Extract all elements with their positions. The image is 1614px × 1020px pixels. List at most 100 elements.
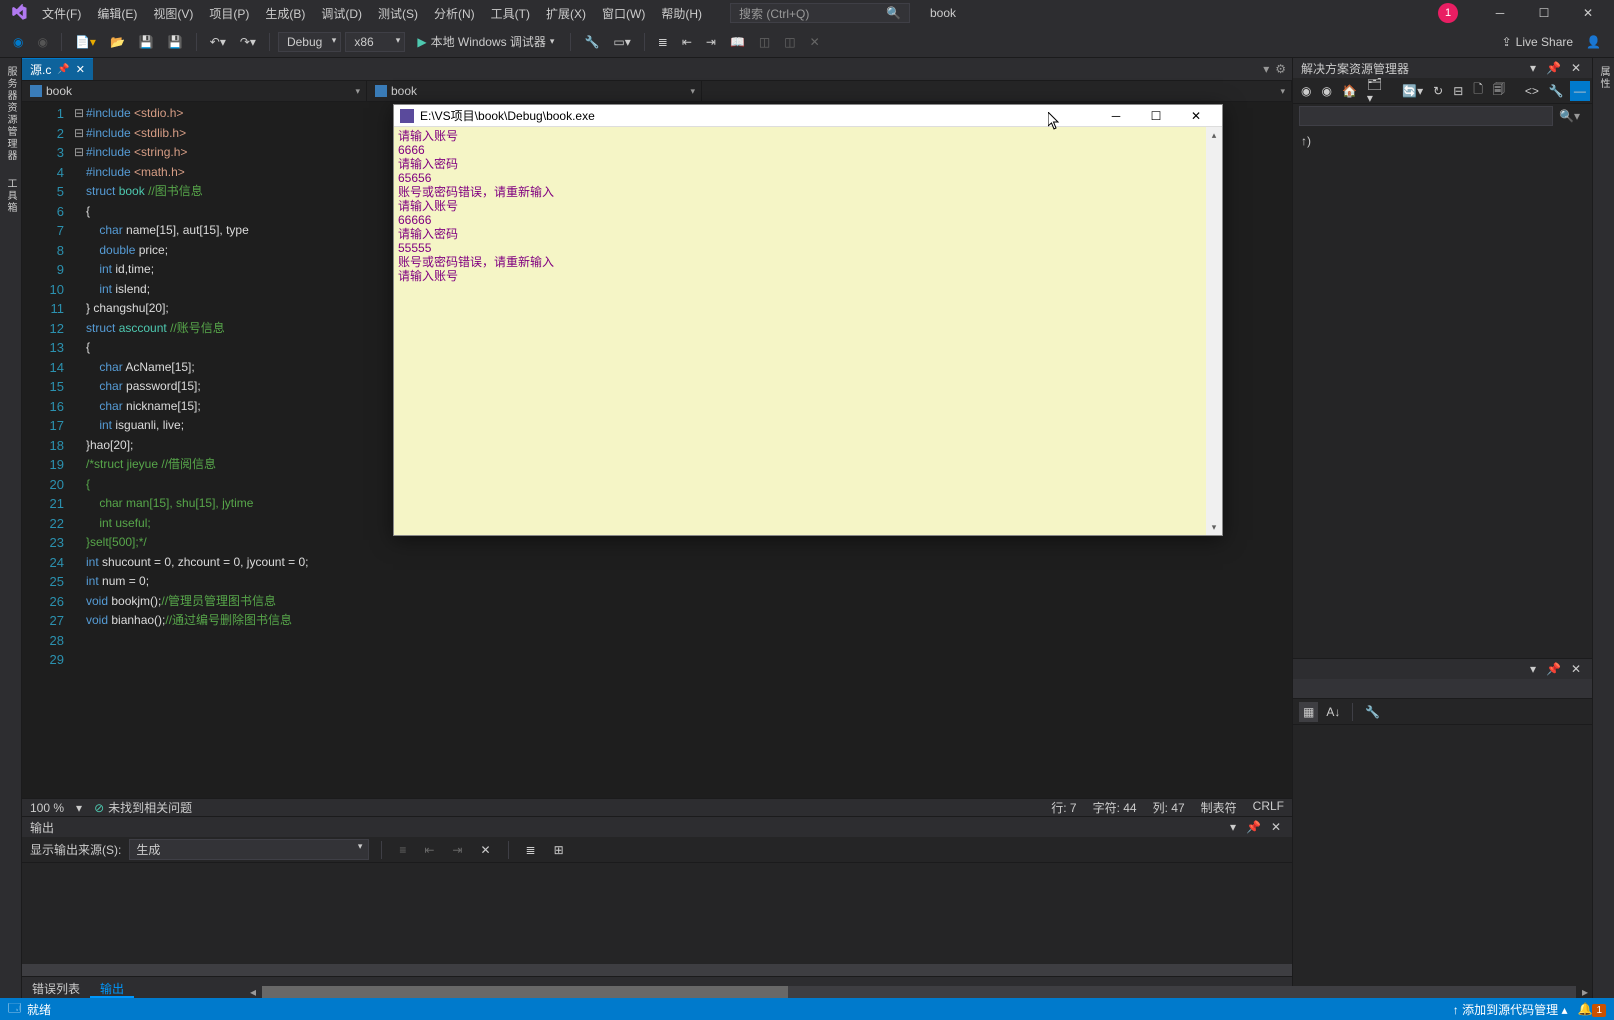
console-titlebar[interactable]: E:\VS项目\book\Debug\book.exe ─ ☐ ✕: [394, 105, 1222, 127]
zoom-level[interactable]: 100 %: [30, 801, 64, 815]
maximize-button[interactable]: ☐: [1522, 0, 1566, 26]
tb-icon-8[interactable]: ◫: [779, 32, 800, 52]
menu-item[interactable]: 扩展(X): [538, 1, 594, 26]
pin-icon[interactable]: 📌: [57, 64, 69, 75]
error-list-tab[interactable]: 错误列表: [22, 977, 90, 998]
se-view-icon[interactable]: —: [1570, 81, 1590, 101]
output-body[interactable]: [22, 863, 1292, 964]
tb-icon-1[interactable]: 🔧: [579, 32, 604, 52]
undo-button[interactable]: ↶▾: [205, 32, 231, 52]
se-copy-icon[interactable]: 🗐: [1489, 77, 1509, 104]
output-tab[interactable]: 输出: [90, 977, 134, 998]
properties-tab-vert[interactable]: 属性: [1593, 58, 1614, 98]
props-wrench-icon[interactable]: 🔧: [1361, 702, 1384, 722]
output-tb-2[interactable]: ⇤: [419, 840, 439, 860]
console-body[interactable]: 请输入账号6666请输入密码65656账号或密码错误，请重新输入请输入账号666…: [394, 127, 1222, 535]
menu-item[interactable]: 帮助(H): [653, 1, 710, 26]
toolbox-tab[interactable]: 工具箱: [0, 170, 21, 222]
se-close-icon[interactable]: ✕: [1568, 61, 1584, 75]
console-minimize-button[interactable]: ─: [1096, 106, 1136, 126]
tree-up-item[interactable]: ↑): [1301, 132, 1584, 150]
back-button[interactable]: ◉: [8, 32, 28, 52]
menu-item[interactable]: 窗口(W): [594, 1, 653, 26]
scroll-down-icon[interactable]: ▾: [1206, 519, 1222, 535]
fold-gutter[interactable]: ⊟⊟⊟: [72, 102, 86, 798]
menu-item[interactable]: 编辑(E): [89, 1, 145, 26]
menu-item[interactable]: 测试(S): [370, 1, 426, 26]
solution-search-input[interactable]: [1299, 106, 1553, 126]
close-button[interactable]: ✕: [1566, 0, 1610, 26]
doc-tab-source[interactable]: 源.c 📌 ✕: [22, 58, 93, 80]
start-debug-button[interactable]: ▶ 本地 Windows 调试器 ▾: [409, 31, 562, 52]
se-home-icon[interactable]: 🏠: [1338, 81, 1361, 101]
tb-icon-6[interactable]: 📖: [725, 32, 750, 52]
save-button[interactable]: 💾: [134, 32, 159, 52]
horizontal-scrollbar[interactable]: ◂▸: [262, 986, 1576, 998]
nav-project-combo[interactable]: book: [22, 81, 367, 101]
output-close-icon[interactable]: ✕: [1268, 820, 1284, 834]
save-all-button[interactable]: 💾: [163, 32, 188, 52]
notifications-button[interactable]: 🔔1: [1577, 1002, 1606, 1016]
nav-scope-combo[interactable]: book: [367, 81, 702, 101]
console-maximize-button[interactable]: ☐: [1136, 106, 1176, 126]
props-pin-icon[interactable]: 📌: [1543, 662, 1564, 676]
output-tb-4[interactable]: ✕: [475, 840, 495, 860]
se-wrench-icon[interactable]: 🔧: [1545, 81, 1568, 101]
props-dropdown-icon[interactable]: ▾: [1527, 662, 1539, 676]
properties-object-combo[interactable]: [1293, 679, 1592, 699]
menu-item[interactable]: 项目(P): [201, 1, 257, 26]
se-showall-icon[interactable]: 🗋: [1469, 77, 1487, 104]
console-scrollbar[interactable]: ▴ ▾: [1206, 127, 1222, 535]
se-pin-icon[interactable]: 📌: [1543, 61, 1564, 75]
tb-icon-9[interactable]: ✕: [805, 32, 825, 52]
menu-item[interactable]: 分析(N): [426, 1, 483, 26]
output-source-combo[interactable]: 生成: [129, 839, 369, 860]
props-az-icon[interactable]: A↓: [1322, 702, 1344, 722]
new-project-button[interactable]: 📄▾: [70, 32, 101, 52]
se-search-icon[interactable]: 🔍▾: [1553, 109, 1586, 123]
nav-member-combo[interactable]: [702, 81, 1292, 101]
tb-icon-2[interactable]: ▭▾: [608, 32, 635, 52]
se-refresh-icon[interactable]: ↻: [1429, 81, 1447, 101]
menu-item[interactable]: 视图(V): [145, 1, 201, 26]
add-source-control[interactable]: ↑ 添加到源代码管理 ▴: [1453, 1001, 1568, 1018]
menu-item[interactable]: 生成(B): [257, 1, 313, 26]
close-tab-icon[interactable]: ✕: [76, 63, 85, 76]
se-forward-icon[interactable]: ◉: [1317, 81, 1335, 101]
user-avatar[interactable]: 1: [1438, 3, 1458, 23]
se-code-icon[interactable]: <>: [1521, 81, 1543, 101]
tb-icon-5[interactable]: ⇥: [701, 32, 721, 52]
server-explorer-tab[interactable]: 服务器资源管理器: [0, 58, 21, 170]
tab-dropdown-icon[interactable]: ▾: [1263, 62, 1269, 76]
platform-combo[interactable]: x86: [345, 32, 405, 52]
minimize-button[interactable]: ─: [1478, 0, 1522, 26]
feedback-button[interactable]: 👤: [1581, 32, 1606, 52]
tab-settings-icon[interactable]: ⚙: [1275, 62, 1286, 76]
output-tb-1[interactable]: ≡: [394, 840, 411, 860]
menu-item[interactable]: 文件(F): [34, 1, 89, 26]
config-combo[interactable]: Debug: [278, 32, 341, 52]
output-tb-6[interactable]: ⊞: [549, 840, 569, 860]
se-back-icon[interactable]: ◉: [1297, 81, 1315, 101]
menu-item[interactable]: 调试(D): [313, 1, 370, 26]
quick-search-box[interactable]: 搜索 (Ctrl+Q) 🔍: [730, 3, 910, 23]
se-sync-icon[interactable]: 🔄▾: [1398, 81, 1427, 101]
se-collapse-icon[interactable]: ⊟: [1449, 81, 1467, 101]
output-pin-icon[interactable]: 📌: [1243, 820, 1264, 834]
tb-icon-4[interactable]: ⇤: [677, 32, 697, 52]
issues-text[interactable]: 未找到相关问题: [108, 799, 192, 816]
output-hscrollbar[interactable]: [22, 964, 1292, 976]
menu-item[interactable]: 工具(T): [483, 1, 538, 26]
se-solution-icon[interactable]: 🗂▾: [1363, 74, 1386, 108]
tb-icon-3[interactable]: ≣: [653, 32, 673, 52]
live-share-button[interactable]: ⇪ Live Share: [1502, 35, 1573, 49]
console-close-button[interactable]: ✕: [1176, 106, 1216, 126]
se-dropdown-icon[interactable]: ▾: [1527, 61, 1539, 75]
forward-button[interactable]: ◉: [32, 32, 52, 52]
scroll-up-icon[interactable]: ▴: [1206, 127, 1222, 143]
open-file-button[interactable]: 📂: [105, 32, 130, 52]
output-tb-3[interactable]: ⇥: [447, 840, 467, 860]
output-tb-5[interactable]: ≣: [521, 840, 541, 860]
redo-button[interactable]: ↷▾: [235, 32, 261, 52]
output-dropdown-icon[interactable]: ▾: [1227, 820, 1239, 834]
